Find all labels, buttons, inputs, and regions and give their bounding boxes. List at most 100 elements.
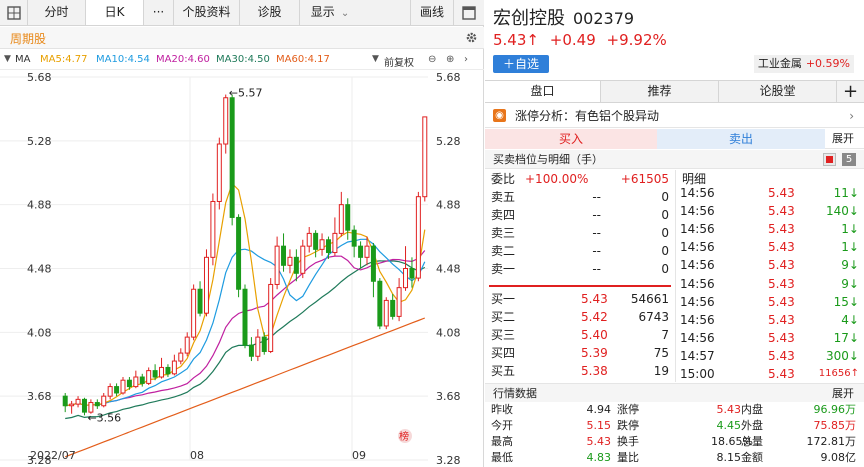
level-volume: 54661 [630, 292, 669, 306]
chevron-right-icon[interactable]: › [464, 54, 468, 65]
bid-row[interactable]: 买五 5.38 19 [485, 362, 675, 380]
stock-name: 宏创控股 [493, 8, 565, 29]
news-bar[interactable]: ◉ 涨停分析：有色铝个股异动 › [485, 104, 864, 128]
candle-body [184, 336, 190, 354]
trade-time: 14:56 [680, 204, 715, 219]
grid-icon[interactable] [0, 0, 28, 25]
bid-row[interactable]: 买四 5.39 75 [485, 344, 675, 362]
level-label: 买三 [491, 328, 516, 342]
quote-label: 换手 [617, 435, 639, 448]
level-icon[interactable] [823, 153, 836, 166]
level-volume: 0 [661, 226, 669, 240]
y-tick-label-right: 4.48 [436, 263, 461, 276]
weibi-row: 委比 +100.00% +61505 [485, 170, 675, 188]
trade-price: 5.43 [768, 240, 795, 255]
zoom-in-icon[interactable]: ⊕ [446, 54, 454, 65]
candle-body [69, 403, 75, 407]
candle-body [300, 245, 306, 274]
quote-panel: 宏创控股 002379 5.43↑ +0.49 +9.92% ＋自选 工业金属 +0… [485, 0, 864, 467]
trade-time: 14:57 [680, 348, 715, 363]
trade-row: 15:00 5.43 11656↑ [676, 365, 864, 383]
ma60-value: MA60:4.17 [276, 54, 330, 65]
zoom-out-icon[interactable]: ⊖ [428, 54, 436, 65]
ma-dropdown-icon[interactable]: ▼ [4, 54, 11, 64]
trade-time: 14:56 [680, 276, 715, 291]
level-volume: 75 [653, 346, 669, 360]
more-button[interactable]: ··· [144, 0, 174, 25]
trade-time: 14:56 [680, 312, 715, 327]
buy-button[interactable]: 买入 [485, 129, 657, 149]
quote-row: 最高 5.43 换手 18.65% 总量 172.81万 [485, 434, 864, 450]
trade-price: 5.43 [768, 276, 795, 291]
candle-body [242, 288, 248, 346]
trade-row: 14:56 5.43 1↓ [676, 238, 864, 256]
window-icon[interactable] [454, 0, 484, 25]
bang-icon-glyph: 榜 [399, 430, 409, 443]
ask-row[interactable]: 卖四 -- 0 [485, 206, 675, 224]
candle-body [345, 204, 351, 231]
trade-time: 14:56 [680, 222, 715, 237]
level-label: 卖一 [491, 262, 516, 276]
draw-line-button[interactable]: 画线 [410, 0, 454, 25]
period-stock-label[interactable]: 周期股 [10, 30, 46, 47]
low-annotation: ←3.56 [87, 411, 121, 424]
fuquan-dropdown[interactable]: 前复权 [384, 54, 414, 69]
display-label: 显示 [310, 5, 335, 19]
tab-diagnose[interactable]: 诊股 [240, 0, 300, 25]
trade-row: 14:56 5.43 15↓ [676, 293, 864, 311]
level-badge[interactable]: 5 [842, 153, 856, 166]
ask-row[interactable]: 卖二 -- 0 [485, 242, 675, 260]
x-tick-label: 09 [352, 449, 366, 462]
candle-body [75, 398, 81, 405]
tab-recommend[interactable]: 推荐 [601, 81, 719, 102]
display-dropdown[interactable]: 显示 ⌄ [300, 0, 360, 25]
industry-tag[interactable]: 工业金属 +0.59% [753, 55, 854, 73]
trade-volume: 1↓ [841, 222, 859, 237]
candle-body [364, 245, 370, 258]
tab-profile[interactable]: 个股资料 [174, 0, 240, 25]
industry-pct: +0.59% [805, 57, 850, 70]
candle-body [396, 287, 402, 317]
add-tab-icon[interactable]: + [837, 81, 864, 102]
bid-row[interactable]: 买三 5.40 7 [485, 326, 675, 344]
candle-body [293, 256, 299, 274]
level-volume: 0 [661, 208, 669, 222]
ma-label[interactable]: MA [15, 54, 30, 65]
trade-volume: 11656↑ [818, 368, 859, 379]
ask-row[interactable]: 卖五 -- 0 [485, 188, 675, 206]
sell-button[interactable]: 卖出 [657, 129, 825, 149]
add-watchlist-button[interactable]: ＋自选 [493, 55, 549, 73]
tab-forum[interactable]: 论股堂 [719, 81, 837, 102]
candle-body [146, 370, 152, 384]
quote-data-title: 行情数据 [493, 387, 537, 400]
expand-button[interactable]: 展开 [832, 129, 854, 149]
level-price: 5.38 [581, 364, 608, 378]
trade-volume: 11↓ [833, 186, 859, 200]
ask-row[interactable]: 卖一 -- 0 [485, 260, 675, 278]
candle-body [255, 336, 261, 357]
trade-volume: 15↓ [833, 294, 859, 309]
industry-name: 工业金属 [757, 57, 802, 70]
level-volume: 7 [661, 328, 669, 342]
candle-body [281, 245, 287, 266]
quote-expand-button[interactable]: 展开 [832, 384, 854, 403]
quote-value: 18.65% [711, 435, 753, 448]
tab-fenshi[interactable]: 分时 [28, 0, 86, 25]
bid-row[interactable]: 买二 5.42 6743 [485, 308, 675, 326]
y-tick-label-left: 4.08 [27, 326, 52, 339]
tab-day-k[interactable]: 日K [86, 0, 144, 25]
kline-chart[interactable]: 5.68 5.68 5.28 5.28 4.88 4.88 4.48 4.48 4.08 4.08… [0, 71, 484, 467]
candle-body [197, 288, 203, 314]
x-tick-label: 2022/07 [30, 449, 76, 462]
tab-pankou[interactable]: 盘口 [485, 81, 601, 102]
gear-icon[interactable] [465, 31, 478, 44]
weibi-value: +100.00% [525, 172, 589, 186]
candle-body [236, 216, 242, 290]
level-volume: 0 [661, 262, 669, 276]
candle-body [248, 344, 254, 357]
ask-row[interactable]: 卖三 -- 0 [485, 224, 675, 242]
bid-row[interactable]: 买一 5.43 54661 [485, 290, 675, 308]
trade-time: 14:56 [680, 330, 715, 345]
level-label: 卖四 [491, 208, 516, 222]
candle-body [171, 360, 177, 375]
